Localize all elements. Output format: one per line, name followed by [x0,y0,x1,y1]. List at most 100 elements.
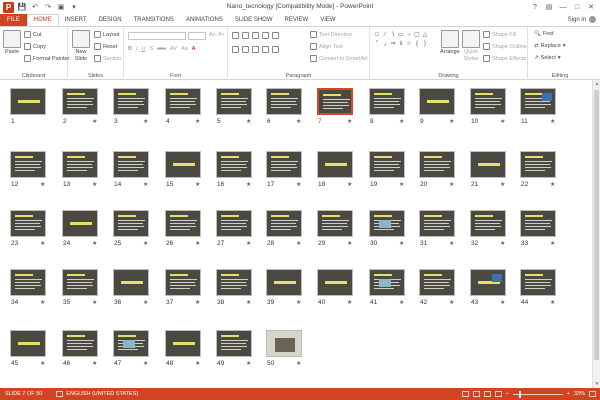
slide-thumbnail[interactable] [317,210,353,237]
grow-font-icon[interactable]: A˄ [209,32,216,38]
slide-thumbnail[interactable] [113,88,149,115]
select-button[interactable]: ↗ Select ▾ [534,55,561,61]
transition-star-icon[interactable]: ★ [143,299,148,306]
slide-thumbnail[interactable] [419,88,455,115]
slide-thumbnail[interactable] [165,210,201,237]
language-indicator[interactable]: ENGLISH (UNITED STATES) [56,391,138,397]
transition-star-icon[interactable]: ★ [347,299,352,306]
transition-star-icon[interactable]: ★ [143,181,148,188]
transition-star-icon[interactable]: ★ [92,360,97,367]
transition-star-icon[interactable]: ★ [550,181,555,188]
font-size-input[interactable] [188,32,206,40]
slide-thumbnail[interactable] [266,151,302,178]
customize-qat-icon[interactable]: ▾ [69,2,79,12]
text-direction-button[interactable]: Text Direction [310,31,352,38]
layout-button[interactable]: Layout [94,31,120,38]
slide-thumbnail[interactable] [10,210,46,237]
slide-thumbnail[interactable] [266,88,302,115]
slide-thumbnail[interactable] [419,210,455,237]
tab-transitions[interactable]: TRANSITIONS [128,14,180,26]
transition-star-icon[interactable]: ★ [550,240,555,247]
transition-star-icon[interactable]: ★ [143,118,148,125]
transition-star-icon[interactable]: ★ [296,360,301,367]
slide-thumbnail[interactable] [62,269,98,296]
shape-outline-button[interactable]: Shape Outline [483,43,527,50]
transition-star-icon[interactable]: ★ [40,181,45,188]
change-case-icon[interactable]: Aa [181,46,188,52]
transition-star-icon[interactable]: ★ [347,118,352,125]
zoom-slider-knob[interactable] [518,390,521,398]
slideshow-view-icon[interactable] [494,391,502,397]
new-slide-button[interactable]: New Slide [72,30,90,62]
italic-icon[interactable]: I [136,46,138,52]
shape-arrow-right-icon[interactable]: ⇒ [389,39,397,48]
cut-button[interactable]: Cut [24,31,42,38]
tab-view[interactable]: VIEW [314,14,341,26]
shape-oval-icon[interactable]: ○ [405,30,413,39]
tab-design[interactable]: DESIGN [93,14,128,26]
transition-star-icon[interactable]: ★ [500,240,505,247]
shapes-gallery[interactable]: □ ∕ ∖ ▭ ○ ▢ △ ⌜ ⌟ ⇒ ⇓ ☆ { } [373,30,431,58]
shape-effects-button[interactable]: Shape Effects [483,55,526,62]
slide-thumbnail[interactable] [62,210,98,237]
shape-line2-icon[interactable]: ∖ [389,30,397,39]
transition-star-icon[interactable]: ★ [246,299,251,306]
slide-thumbnail[interactable] [10,88,46,115]
tab-home[interactable]: HOME [26,14,59,26]
shrink-font-icon[interactable]: A˅ [218,32,225,38]
vertical-scrollbar[interactable]: ▲ ▼ [592,80,600,388]
transition-star-icon[interactable]: ★ [550,299,555,306]
slide-thumbnail[interactable] [10,151,46,178]
shape-fill-button[interactable]: Shape Fill [483,31,516,38]
slide-thumbnail[interactable] [62,330,98,357]
arrange-button[interactable]: Arrange [440,30,460,55]
slide-thumbnail[interactable] [216,88,252,115]
slide-thumbnail[interactable] [470,269,506,296]
transition-star-icon[interactable]: ★ [246,240,251,247]
transition-star-icon[interactable]: ★ [399,240,404,247]
columns-icon[interactable] [272,46,279,53]
transition-star-icon[interactable]: ★ [399,181,404,188]
shape-brace2-icon[interactable]: } [421,39,429,48]
strikethrough-icon[interactable]: abc [157,46,166,52]
transition-star-icon[interactable]: ★ [246,181,251,188]
slide-thumbnail[interactable] [317,88,353,115]
bold-icon[interactable]: B [128,46,132,52]
transition-star-icon[interactable]: ★ [399,118,404,125]
slide-thumbnail[interactable] [369,269,405,296]
transition-star-icon[interactable]: ★ [143,360,148,367]
slide-thumbnail[interactable] [216,269,252,296]
tab-review[interactable]: REVIEW [279,14,315,26]
align-left-icon[interactable] [232,46,239,53]
minimize-icon[interactable]: — [556,0,570,14]
scroll-down-icon[interactable]: ▼ [593,381,600,387]
slide-thumbnail[interactable] [520,210,556,237]
transition-star-icon[interactable]: ★ [449,181,454,188]
slide-thumbnail[interactable] [10,269,46,296]
tab-file[interactable]: FILE [0,14,27,26]
maximize-icon[interactable]: □ [570,0,584,14]
transition-star-icon[interactable]: ★ [500,118,505,125]
zoom-in-icon[interactable]: + [567,391,570,397]
font-color-icon[interactable]: A [192,46,196,52]
slide-thumbnail[interactable] [165,269,201,296]
normal-view-icon[interactable] [461,391,469,397]
slide-thumbnail[interactable] [369,210,405,237]
quick-styles-button[interactable]: Quick Styles [462,30,480,62]
transition-star-icon[interactable]: ★ [296,181,301,188]
shape-brace-icon[interactable]: { [413,39,421,48]
transition-star-icon[interactable]: ★ [195,360,200,367]
shape-line-icon[interactable]: ∕ [381,30,389,39]
slide-thumbnail[interactable] [520,269,556,296]
slide-thumbnail[interactable] [113,151,149,178]
transition-star-icon[interactable]: ★ [296,299,301,306]
slide-thumbnail[interactable] [266,269,302,296]
slide-thumbnail[interactable] [165,151,201,178]
slide-thumbnail[interactable] [10,330,46,357]
char-spacing-icon[interactable]: AV [170,46,177,52]
align-text-button[interactable]: Align Text [310,43,343,50]
slide-thumbnail[interactable] [216,330,252,357]
transition-star-icon[interactable]: ★ [347,240,352,247]
decrease-indent-icon[interactable] [252,32,259,39]
tab-insert[interactable]: INSERT [59,14,93,26]
